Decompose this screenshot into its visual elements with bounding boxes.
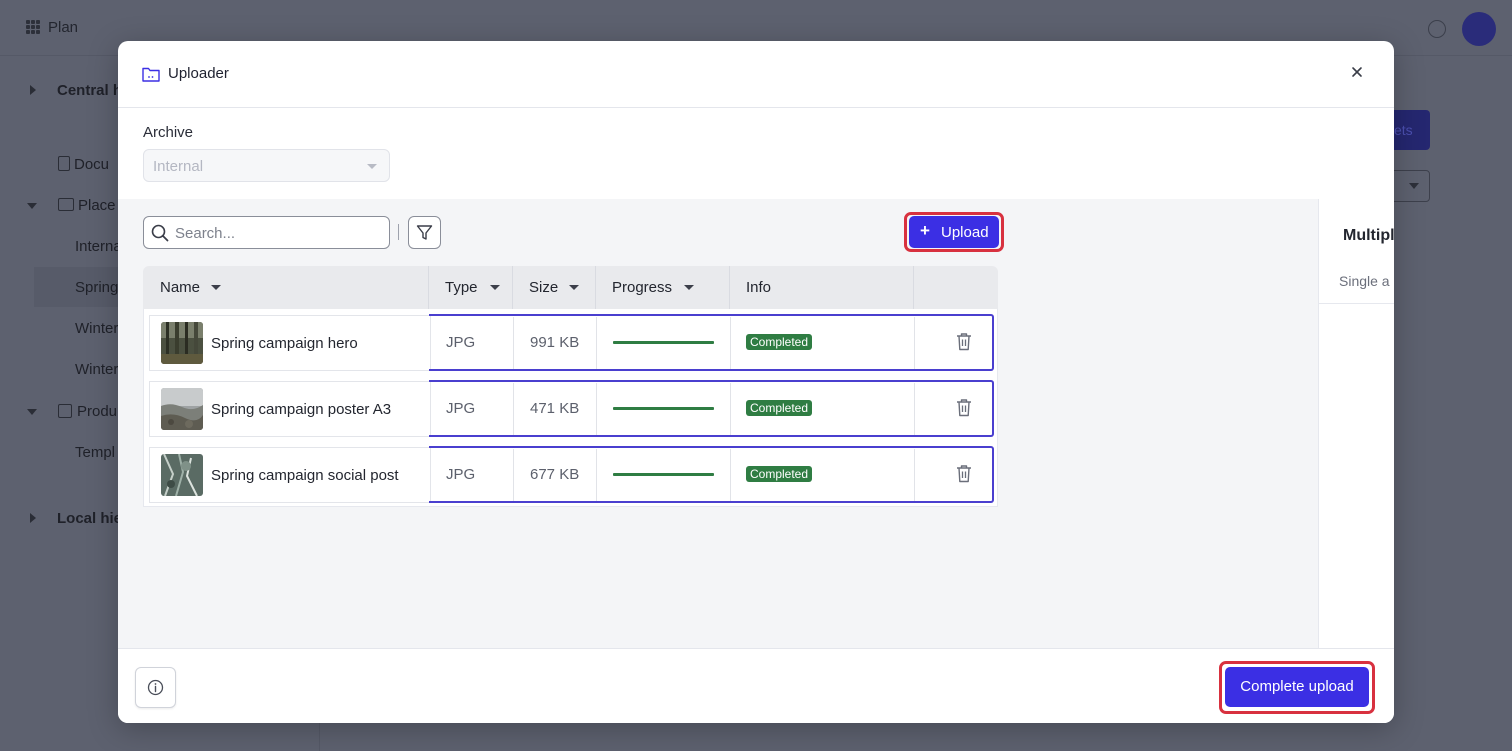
trash-icon[interactable] (956, 332, 972, 351)
help-icon (1428, 20, 1446, 38)
column-divider (512, 266, 513, 309)
name-cell: Spring campaign social post (149, 447, 431, 503)
collapse-icon (27, 203, 37, 209)
search-field[interactable] (143, 216, 390, 249)
status-badge: Completed (746, 334, 813, 350)
file-thumbnail (161, 322, 203, 364)
progress-bar (613, 341, 714, 344)
trash-icon[interactable] (956, 464, 972, 483)
plus-icon: + (920, 221, 930, 240)
filter-icon (416, 225, 433, 240)
sidebar-item: Produ (58, 403, 117, 420)
status-badge: Completed (746, 466, 813, 482)
panel-subtitle[interactable]: Single a (1339, 273, 1390, 289)
collapse-icon (27, 409, 37, 415)
file-type: JPG (446, 334, 476, 351)
info-icon (147, 679, 164, 696)
sidebar-item: Central h (57, 82, 123, 99)
sort-caret-icon[interactable] (490, 285, 500, 290)
modal-title: Uploader (168, 65, 229, 82)
trash-icon[interactable] (956, 398, 972, 417)
column-header-info: Info (746, 279, 772, 296)
app-title: Plan (48, 19, 79, 36)
column-header-size[interactable]: Size (529, 279, 558, 296)
name-cell: Spring campaign poster A3 (149, 381, 431, 437)
folder-icon (142, 67, 160, 82)
sidebar-item: Templ (75, 444, 116, 461)
sidebar-item: Winter (75, 320, 119, 337)
modal-footer: Complete upload (118, 648, 1394, 723)
progress-bar (613, 407, 714, 410)
column-header-progress[interactable]: Progress (612, 279, 672, 296)
table-row[interactable]: Spring campaign hero JPG 991 KB Complete… (144, 314, 999, 371)
file-name: Spring campaign hero (211, 335, 358, 352)
sidebar-item: Local hie (57, 510, 123, 527)
file-thumbnail (161, 454, 203, 496)
avatar (1462, 12, 1496, 46)
table-row[interactable]: Spring campaign poster A3 JPG 471 KB Com… (144, 380, 999, 437)
complete-upload-button[interactable]: Complete upload (1225, 667, 1369, 707)
name-cell: Spring campaign hero (149, 315, 431, 371)
column-header-type[interactable]: Type (445, 279, 478, 296)
column-header-name[interactable]: Name (160, 279, 200, 296)
file-type: JPG (446, 400, 476, 417)
sidebar-item: Winter (75, 361, 119, 378)
column-divider (913, 266, 914, 309)
table-row[interactable]: Spring campaign social post JPG 677 KB C… (144, 446, 999, 503)
sidebar-item: Spring (75, 279, 119, 296)
close-icon[interactable] (1346, 61, 1368, 83)
apps-grid-icon (26, 20, 40, 34)
file-size: 991 KB (530, 334, 580, 351)
panel-divider (1319, 303, 1394, 304)
file-thumbnail (161, 388, 203, 430)
uploader-modal: Uploader Archive Internal + Upload (118, 41, 1394, 723)
file-size: 677 KB (530, 466, 580, 483)
sidebar-item: Place (58, 197, 116, 214)
filter-button[interactable] (408, 216, 441, 249)
sort-caret-icon[interactable] (684, 285, 694, 290)
panel-title: Multipl (1343, 227, 1394, 244)
upload-work-area: + Upload Name Type Size Progress Info (118, 199, 1318, 648)
file-type: JPG (446, 466, 476, 483)
archive-value: Internal (153, 158, 204, 175)
sidebar-item: Interna (75, 238, 122, 255)
table-header: Name Type Size Progress Info (143, 266, 998, 309)
upload-table: Spring campaign hero JPG 991 KB Complete… (143, 309, 998, 507)
archive-select[interactable]: Internal (143, 149, 390, 182)
sidebar-item: Docu (58, 156, 109, 173)
upload-label: Upload (941, 224, 989, 241)
upload-button[interactable]: + Upload (909, 216, 999, 248)
progress-bar (613, 473, 714, 476)
column-divider (729, 266, 730, 309)
modal-header: Uploader (118, 41, 1394, 108)
expand-icon (30, 513, 36, 523)
status-badge: Completed (746, 400, 813, 416)
column-divider (428, 266, 429, 309)
right-panel: Multipl Single a (1318, 199, 1394, 648)
file-name: Spring campaign social post (211, 467, 399, 484)
info-button[interactable] (135, 667, 176, 708)
file-size: 471 KB (530, 400, 580, 417)
expand-icon (30, 85, 36, 95)
sort-caret-icon[interactable] (211, 285, 221, 290)
toolbar-divider (398, 224, 399, 240)
column-divider (595, 266, 596, 309)
archive-label: Archive (143, 124, 194, 141)
search-input[interactable] (175, 223, 380, 243)
sort-caret-icon[interactable] (569, 285, 579, 290)
chevron-down-icon (367, 164, 377, 169)
search-icon (151, 224, 169, 242)
file-name: Spring campaign poster A3 (211, 401, 392, 418)
